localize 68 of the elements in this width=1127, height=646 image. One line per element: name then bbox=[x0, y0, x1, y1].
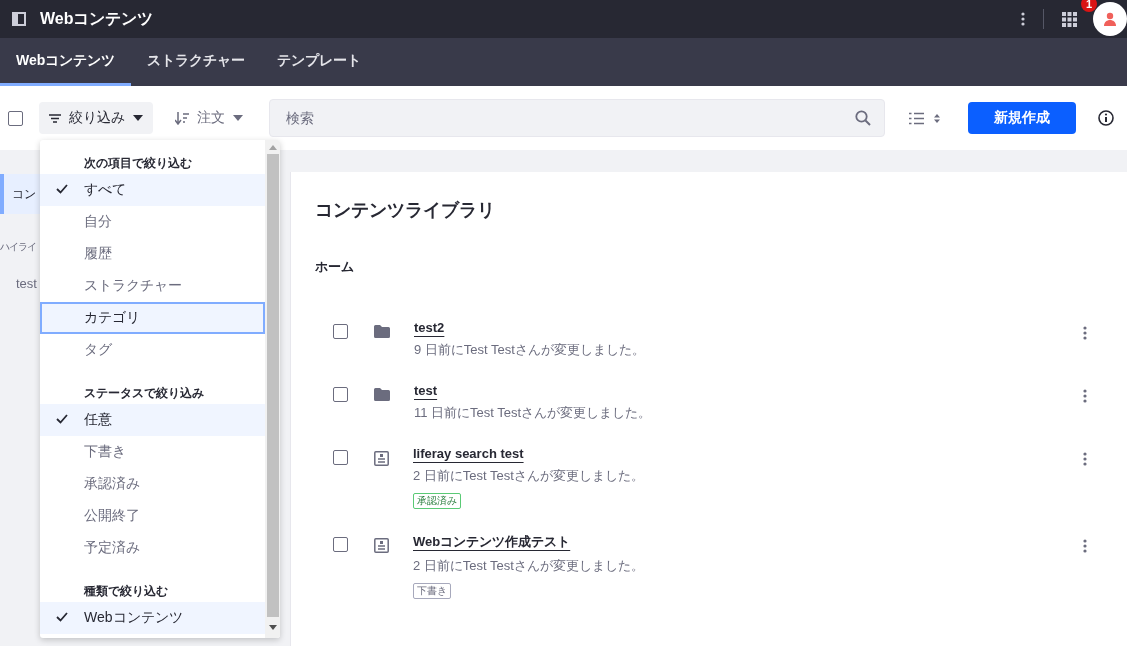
scrollbar[interactable] bbox=[265, 140, 280, 638]
folder-icon bbox=[374, 388, 390, 401]
sort-icon bbox=[175, 111, 189, 125]
kebab-menu-icon[interactable] bbox=[1083, 389, 1087, 403]
menu-item[interactable]: カテゴリ bbox=[40, 302, 265, 334]
entry-modified-text: 2 日前にTest Testさんが変更しました。 bbox=[413, 467, 644, 485]
entry-title-link[interactable]: liferay search test bbox=[413, 446, 524, 461]
caret-down-icon bbox=[233, 115, 243, 121]
kebab-menu-icon[interactable] bbox=[1083, 539, 1087, 553]
folder-icon bbox=[374, 325, 390, 338]
nav-tab[interactable]: テンプレート bbox=[261, 38, 378, 86]
entry-title-link[interactable]: test bbox=[414, 383, 438, 398]
check-icon bbox=[56, 414, 68, 424]
menu-section-header: ステータスで絞り込み bbox=[83, 384, 205, 402]
kebab-menu-icon[interactable] bbox=[1021, 12, 1025, 26]
filter-dropdown-button[interactable]: 絞り込み bbox=[39, 102, 153, 134]
caret-down-icon bbox=[133, 115, 143, 121]
menu-item[interactable]: 予定済み bbox=[40, 532, 265, 564]
entry-modified-text: 11 日前にTest Testさんが変更しました。 bbox=[414, 404, 652, 422]
row-checkbox[interactable] bbox=[333, 537, 348, 552]
search-field[interactable]: 検索 bbox=[269, 99, 885, 137]
scroll-down-icon[interactable] bbox=[268, 625, 277, 630]
entry-title-link[interactable]: test2 bbox=[414, 320, 445, 335]
document-icon bbox=[374, 451, 389, 466]
library-title: コンテンツライブラリ bbox=[315, 199, 496, 222]
person-icon bbox=[1103, 12, 1117, 26]
sidebar-toggle-icon[interactable] bbox=[12, 12, 26, 26]
apps-grid-icon[interactable] bbox=[1062, 11, 1077, 27]
entry-modified-text: 9 日前にTest Testさんが変更しました。 bbox=[414, 341, 645, 359]
user-avatar[interactable] bbox=[1093, 2, 1127, 36]
sidebar-section-title: ハイライ bbox=[0, 240, 37, 254]
nav-tab[interactable]: ストラクチャー bbox=[131, 38, 262, 86]
check-icon bbox=[56, 612, 68, 622]
notification-badge: 1 bbox=[1081, 0, 1097, 12]
menu-item[interactable]: 公開終了 bbox=[40, 500, 265, 532]
app-title: Webコンテンツ bbox=[40, 8, 154, 29]
menu-item[interactable]: すべて bbox=[40, 174, 265, 206]
search-icon[interactable] bbox=[855, 110, 871, 126]
menu-item[interactable]: Webコンテンツ bbox=[40, 602, 265, 634]
row-checkbox[interactable] bbox=[333, 387, 348, 402]
select-all-checkbox[interactable] bbox=[8, 110, 23, 126]
entry-title-link[interactable]: Webコンテンツ作成テスト bbox=[413, 533, 571, 551]
kebab-menu-icon[interactable] bbox=[1083, 326, 1087, 340]
sort-arrows-icon bbox=[934, 113, 940, 123]
filter-icon bbox=[49, 113, 61, 123]
menu-item[interactable]: ストラクチャー bbox=[40, 270, 265, 302]
entry-modified-text: 2 日前にTest Testさんが変更しました。 bbox=[413, 557, 644, 575]
document-icon bbox=[374, 538, 389, 553]
menu-item[interactable]: 下書き bbox=[40, 436, 265, 468]
list-icon bbox=[909, 111, 924, 125]
new-button[interactable]: 新規作成 bbox=[968, 102, 1076, 134]
row-checkbox[interactable] bbox=[333, 450, 348, 465]
menu-item[interactable]: 自分 bbox=[40, 206, 265, 238]
info-icon[interactable] bbox=[1098, 110, 1114, 126]
menu-item[interactable]: 承認済み bbox=[40, 468, 265, 500]
check-icon bbox=[56, 184, 68, 194]
scrollbar-thumb[interactable] bbox=[266, 154, 279, 617]
row-checkbox[interactable] bbox=[333, 324, 348, 339]
order-dropdown-button[interactable]: 注文 bbox=[167, 102, 251, 134]
status-label: 承認済み bbox=[413, 493, 461, 509]
menu-section-header: 種類で絞り込む bbox=[83, 582, 169, 600]
status-label: 下書き bbox=[413, 583, 451, 599]
breadcrumb[interactable]: ホーム bbox=[315, 258, 354, 276]
menu-section-header: 次の項目で絞り込む bbox=[83, 154, 193, 172]
menu-item[interactable]: 任意 bbox=[40, 404, 265, 436]
kebab-menu-icon[interactable] bbox=[1083, 452, 1087, 466]
menu-item[interactable]: タグ bbox=[40, 334, 265, 366]
menu-item[interactable]: 履歴 bbox=[40, 238, 265, 270]
